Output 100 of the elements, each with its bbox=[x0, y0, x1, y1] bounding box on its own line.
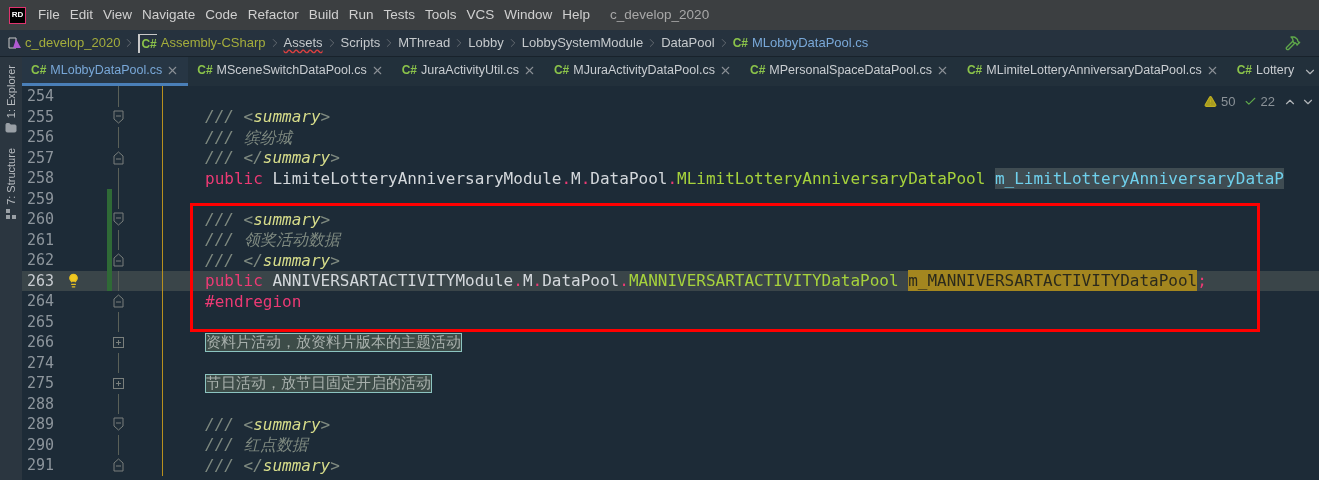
menu-item[interactable]: Tests bbox=[383, 4, 415, 26]
line-number: 291 bbox=[26, 455, 56, 476]
breadcrumb-item[interactable]: Lobby bbox=[468, 33, 504, 53]
line-number: 288 bbox=[26, 393, 56, 414]
line-number: 258 bbox=[26, 168, 56, 189]
menu-item[interactable]: Refactor bbox=[247, 4, 299, 26]
fold-marker-icon[interactable] bbox=[112, 150, 124, 165]
menu-item[interactable]: Run bbox=[348, 4, 374, 26]
menu-item[interactable]: VCS bbox=[466, 4, 495, 26]
doc-tag: summary bbox=[262, 454, 331, 476]
code-comment: /// 红点数据 bbox=[205, 434, 308, 456]
fold-marker-icon[interactable] bbox=[112, 294, 124, 309]
fold-marker-icon[interactable] bbox=[112, 253, 124, 268]
code-text: LimiteLotteryAnniversaryModule bbox=[271, 167, 562, 189]
fold-marker-icon[interactable] bbox=[112, 109, 124, 124]
punctuation: . bbox=[513, 270, 523, 292]
code-text: DataPool bbox=[590, 167, 668, 189]
breadcrumb-item[interactable]: LobbySystemModule bbox=[521, 33, 644, 53]
csharp-file-icon: C# bbox=[966, 61, 983, 79]
app-logo: RD bbox=[9, 6, 26, 24]
line-number: 265 bbox=[26, 311, 56, 332]
code-comment: > bbox=[330, 454, 340, 476]
editor-tab[interactable]: C# MPersonalSpaceDataPool.cs bbox=[741, 57, 958, 86]
menu-item[interactable]: Window bbox=[504, 4, 553, 26]
fold-marker-icon[interactable] bbox=[112, 212, 124, 227]
code-comment: /// 缤纷城 bbox=[205, 126, 292, 148]
doc-tag: summary bbox=[253, 106, 321, 128]
line-number: 261 bbox=[26, 229, 56, 250]
menu-item[interactable]: Build bbox=[308, 4, 339, 26]
line-number: 290 bbox=[26, 434, 56, 455]
punctuation: . bbox=[532, 270, 543, 292]
line-number: 264 bbox=[26, 291, 56, 312]
breadcrumb-item[interactable]: Assembly-CSharp bbox=[160, 33, 266, 53]
editor-tab[interactable]: C# Lottery bbox=[1227, 57, 1304, 86]
code-comment: > bbox=[320, 106, 331, 128]
expand-icon[interactable] bbox=[112, 336, 124, 348]
menu-item[interactable]: Code bbox=[205, 4, 238, 26]
csharp-file-icon: C# bbox=[1236, 61, 1252, 79]
line-number: 275 bbox=[26, 373, 56, 394]
type-name: MANNIVERSARTACTIVITYDataPool bbox=[628, 270, 899, 292]
tool-window-button[interactable]: 1: Explorer bbox=[2, 65, 20, 119]
folder-icon bbox=[5, 122, 17, 135]
breadcrumb-item[interactable]: Assets bbox=[283, 33, 323, 53]
line-number: 256 bbox=[26, 127, 56, 148]
punctuation: . bbox=[561, 167, 572, 189]
doc-tag: summary bbox=[262, 147, 331, 169]
breadcrumb-item[interactable]: Scripts bbox=[340, 33, 381, 53]
tab-label: JuraActivityUtil.cs bbox=[421, 61, 519, 79]
csharp-file-icon: C# bbox=[197, 61, 213, 79]
tool-window-button[interactable]: 7: Structure bbox=[2, 148, 20, 206]
expand-icon[interactable] bbox=[112, 377, 124, 389]
tab-label: MLobbyDataPool.cs bbox=[50, 61, 163, 79]
csharp-file-icon: C# bbox=[401, 61, 417, 79]
breadcrumb-item[interactable]: DataPool bbox=[661, 33, 715, 53]
keyword: public bbox=[205, 167, 263, 189]
keyword: public bbox=[205, 270, 263, 292]
doc-tag: summary bbox=[253, 413, 321, 435]
keyword: #endregion bbox=[205, 290, 302, 312]
line-number: 254 bbox=[26, 86, 56, 107]
tab-label: MLimiteLotteryAnniversaryDataPool.cs bbox=[986, 61, 1202, 79]
solution-icon bbox=[8, 36, 22, 50]
tab-label: MSceneSwitchDataPool.cs bbox=[216, 61, 367, 79]
code-comment: > bbox=[320, 413, 331, 435]
menu-item[interactable]: Navigate bbox=[142, 4, 196, 26]
line-number: 262 bbox=[26, 250, 56, 271]
breadcrumb-item[interactable]: c_develop_2020 bbox=[25, 33, 121, 53]
line-number: 289 bbox=[26, 414, 56, 435]
editor-tab[interactable]: C# MLimiteLotteryAnniversaryDataPool.cs bbox=[957, 57, 1228, 86]
tab-label: MJuraActivityDataPool.cs bbox=[573, 61, 715, 79]
csharp-file-icon: C# bbox=[553, 61, 570, 79]
tab-label: Lottery bbox=[1256, 61, 1295, 79]
punctuation: . bbox=[619, 270, 629, 292]
hammer-icon[interactable] bbox=[1285, 35, 1301, 51]
menu-item[interactable]: Tools bbox=[425, 4, 457, 26]
passed-count: 22 bbox=[1260, 93, 1275, 111]
code-comment: /// </ bbox=[205, 454, 263, 476]
code-text: M bbox=[522, 270, 533, 292]
breadcrumb-item[interactable]: MLobbyDataPool.cs bbox=[751, 33, 869, 53]
code-comment: /// </ bbox=[205, 147, 263, 169]
editor-tab[interactable]: C# MJuraActivityDataPool.cs bbox=[544, 57, 741, 86]
menu-item[interactable]: View bbox=[103, 4, 133, 26]
menu-item[interactable]: Help bbox=[562, 4, 591, 26]
menu-item[interactable]: File bbox=[38, 4, 60, 26]
folded-region: 节日活动，放节日固定开启的活动 bbox=[205, 373, 432, 393]
breadcrumb-item[interactable]: MThread bbox=[398, 33, 451, 53]
window-title: c_develop_2020 bbox=[610, 5, 710, 24]
field-name: m_LimitLotteryAnniversaryDataP bbox=[994, 167, 1284, 189]
code-comment: /// </ bbox=[205, 249, 263, 271]
editor-tab[interactable]: C# MSceneSwitchDataPool.cs bbox=[188, 57, 393, 86]
warning-count: 50 bbox=[1221, 93, 1236, 111]
code-comment: > bbox=[320, 208, 331, 230]
line-number: 255 bbox=[26, 106, 56, 127]
editor-tab[interactable]: C# JuraActivityUtil.cs bbox=[392, 57, 545, 86]
warning-icon[interactable] bbox=[1204, 95, 1218, 109]
fold-marker-icon[interactable] bbox=[112, 417, 124, 432]
line-number: 260 bbox=[26, 209, 56, 230]
punctuation: ; bbox=[1197, 270, 1207, 292]
editor-tab[interactable]: C# MLobbyDataPool.cs bbox=[22, 57, 189, 86]
fold-marker-icon[interactable] bbox=[112, 458, 124, 473]
menu-item[interactable]: Edit bbox=[69, 4, 94, 26]
